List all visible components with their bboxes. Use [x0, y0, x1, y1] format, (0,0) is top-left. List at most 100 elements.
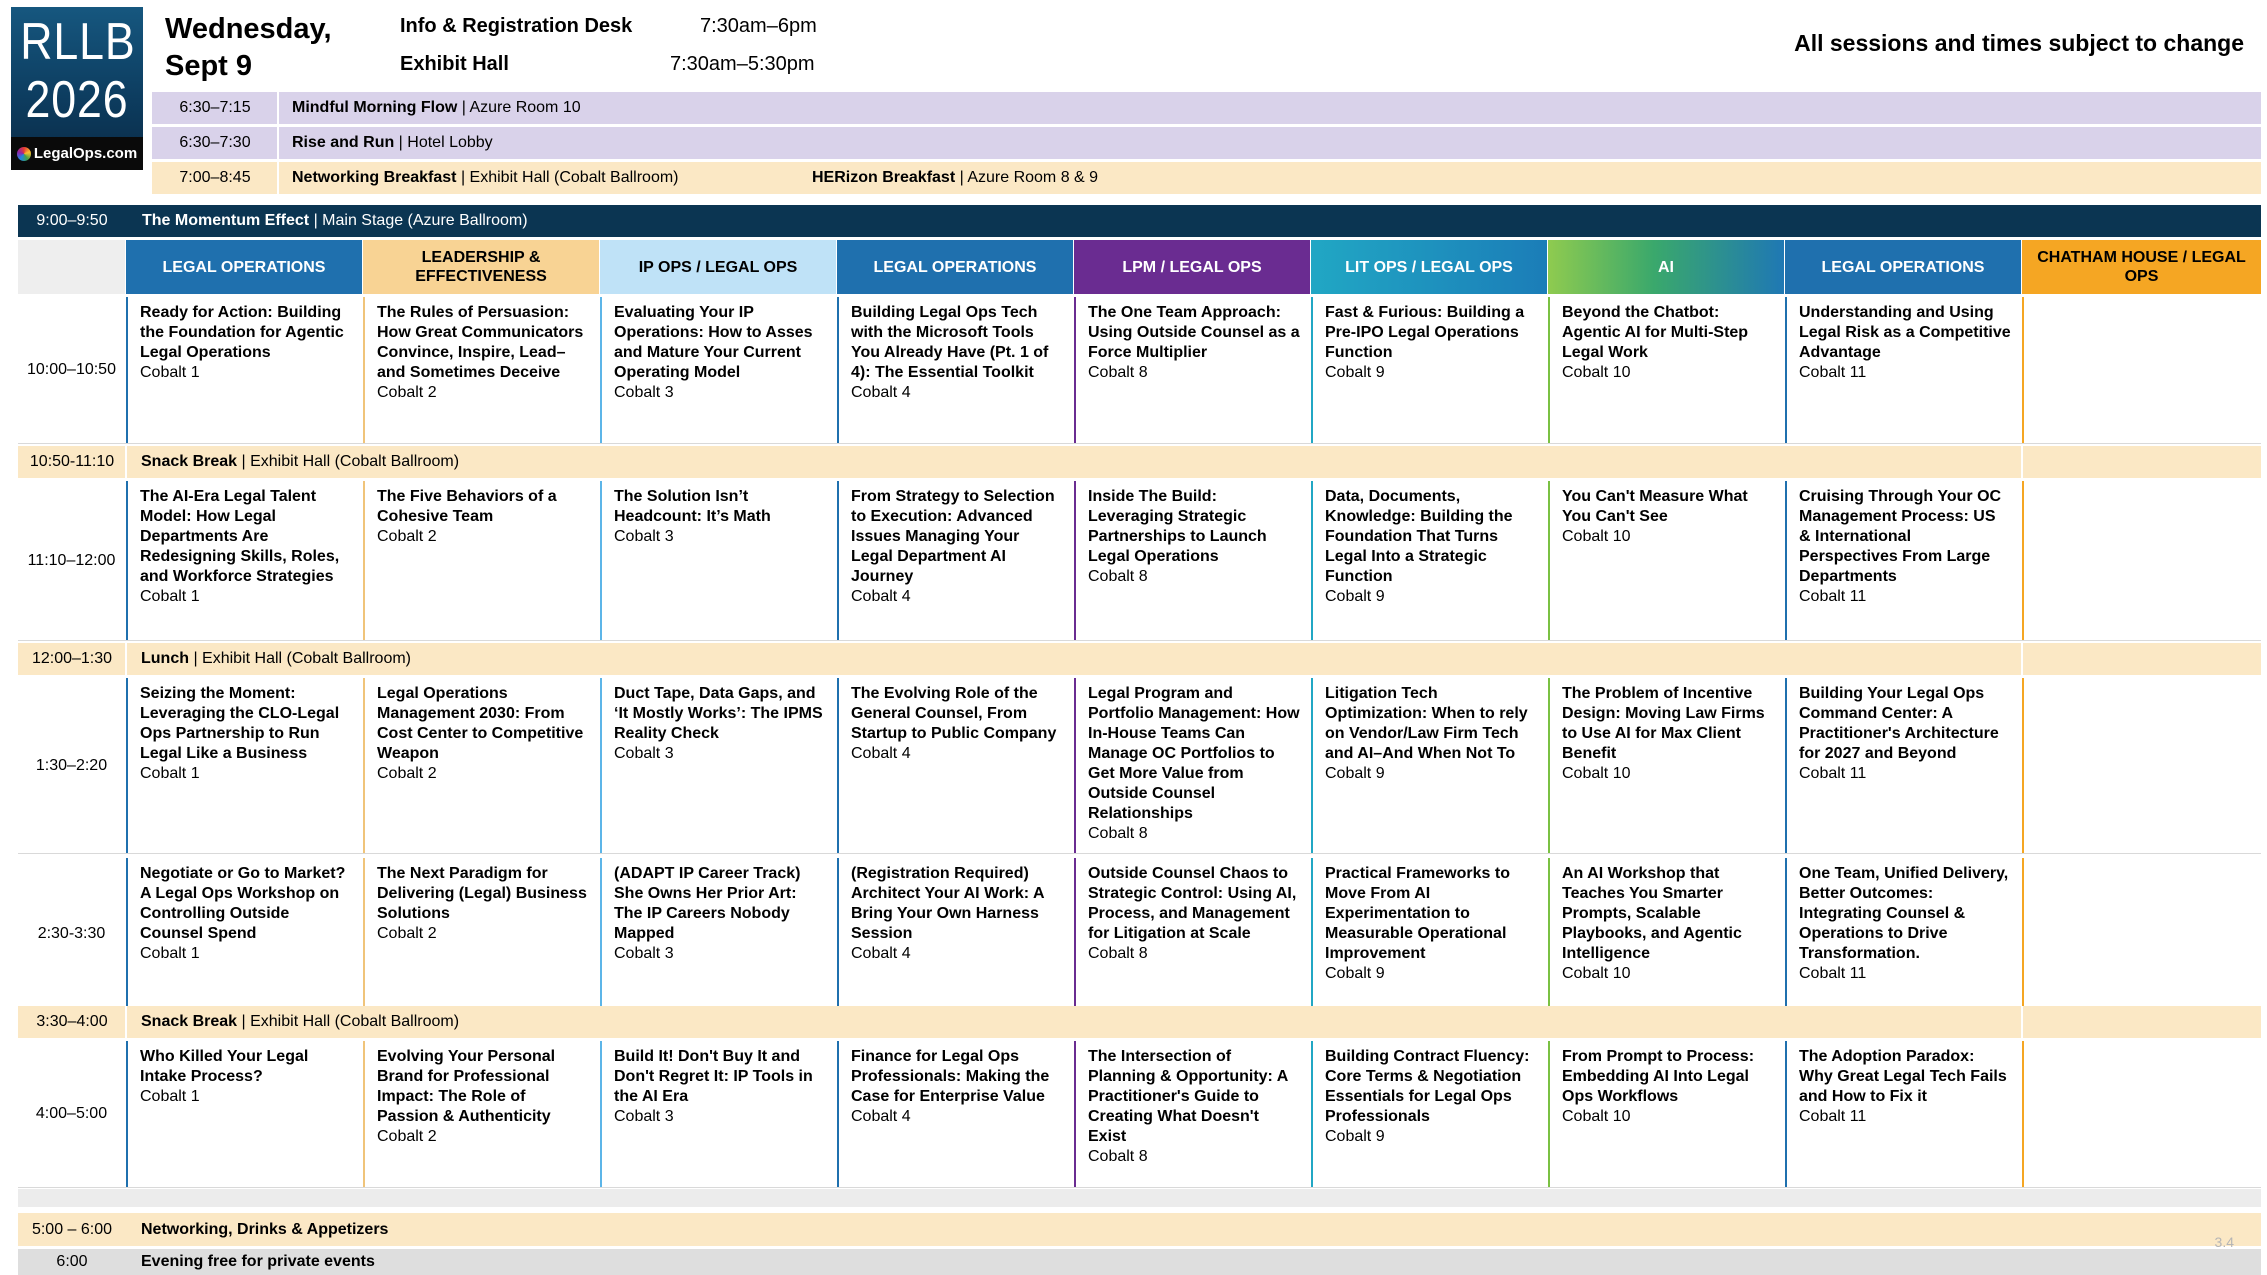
- session-cell[interactable]: The Adoption Paradox: Why Great Legal Te…: [1785, 1041, 2021, 1187]
- session-title: Building Contract Fluency: Core Terms & …: [1325, 1048, 1530, 1125]
- session-cell[interactable]: The AI-Era Legal Talent Model: How Legal…: [126, 481, 362, 640]
- exhibit-hall-time: 7:30am–5:30pm: [670, 53, 815, 75]
- column-divider: [2021, 643, 2023, 675]
- session-cell[interactable]: Data, Documents, Knowledge: Building the…: [1311, 481, 1547, 640]
- break-location: | Exhibit Hall (Cobalt Ballroom): [237, 453, 460, 470]
- exhibit-hall-label: Exhibit Hall: [400, 53, 509, 75]
- break-text: Lunch | Exhibit Hall (Cobalt Ballroom): [126, 650, 411, 668]
- session-title: Data, Documents, Knowledge: Building the…: [1325, 488, 1513, 585]
- event-location: | Hotel Lobby: [394, 134, 493, 151]
- session-cell[interactable]: [2022, 678, 2261, 853]
- session-title: Build It! Don't Buy It and Don't Regret …: [614, 1048, 813, 1105]
- early-event-row: 6:30–7:30 Rise and Run | Hotel Lobby: [152, 127, 2261, 159]
- session-cell[interactable]: The Solution Isn’t Headcount: It’s Math C…: [600, 481, 836, 640]
- logo-line-2: 2026: [25, 71, 129, 129]
- session-cell[interactable]: An AI Workshop that Teaches You Smarter …: [1548, 858, 1784, 1010]
- session-cell[interactable]: Legal Program and Portfolio Management: …: [1074, 678, 1310, 853]
- gap-cell: [128, 1189, 362, 1207]
- session-cell[interactable]: Understanding and Using Legal Risk as a …: [1785, 297, 2021, 443]
- event-title: Mindful Morning Flow: [292, 99, 458, 116]
- session-cell[interactable]: Finance for Legal Ops Professionals: Mak…: [837, 1041, 1073, 1187]
- session-cell[interactable]: Outside Counsel Chaos to Strategic Contr…: [1074, 858, 1310, 1010]
- session-cell[interactable]: Build It! Don't Buy It and Don't Regret …: [600, 1041, 836, 1187]
- break-time: 10:50-11:10: [29, 453, 115, 470]
- session-room: Cobalt 2: [377, 384, 437, 401]
- break-row: 10:50-11:10 Snack Break | Exhibit Hall (C…: [18, 446, 2261, 478]
- session-cell[interactable]: Duct Tape, Data Gaps, and ‘It Mostly Wor…: [600, 678, 836, 853]
- session-cell[interactable]: Practical Frameworks to Move From AI Exp…: [1311, 858, 1547, 1010]
- session-cell[interactable]: [2022, 858, 2261, 1010]
- track-header: LEGAL OPERATIONS: [1785, 240, 2021, 294]
- slot-time: 1:30–2:20: [35, 756, 108, 774]
- session-room: Cobalt 8: [1088, 1148, 1148, 1165]
- session-cell[interactable]: Litigation Tech Optimization: When to re…: [1311, 678, 1547, 853]
- keynote-time: 9:00–9:50: [36, 212, 108, 229]
- session-cell[interactable]: The Five Behaviors of a Cohesive Team Cob…: [363, 481, 599, 640]
- session-title: The AI-Era Legal Talent Model: How Legal…: [140, 488, 340, 585]
- session-cell[interactable]: [2022, 1041, 2261, 1187]
- session-cell[interactable]: From Strategy to Selection to Execution:…: [837, 481, 1073, 640]
- session-cell[interactable]: [2022, 481, 2261, 640]
- session-room: Cobalt 3: [614, 945, 674, 962]
- session-cell[interactable]: (ADAPT IP Career Track) She Owns Her Pri…: [600, 858, 836, 1010]
- session-cell[interactable]: The Intersection of Planning & Opportuni…: [1074, 1041, 1310, 1187]
- session-title: From Strategy to Selection to Execution:…: [851, 488, 1055, 585]
- page-number: 3.4: [2214, 1234, 2234, 1250]
- session-cell[interactable]: You Can't Measure What You Can't See Coba…: [1548, 481, 1784, 640]
- session-cell[interactable]: Beyond the Chatbot: Agentic AI for Multi…: [1548, 297, 1784, 443]
- session-cell[interactable]: The Next Paradigm for Delivering (Legal)…: [363, 858, 599, 1010]
- session-cell[interactable]: Building Your Legal Ops Command Center: …: [1785, 678, 2021, 853]
- session-cell[interactable]: Seizing the Moment: Leveraging the CLO-L…: [126, 678, 362, 853]
- evening-title: Evening free for private events: [141, 1253, 375, 1270]
- session-cell[interactable]: The One Team Approach: Using Outside Cou…: [1074, 297, 1310, 443]
- session-cell[interactable]: Building Legal Ops Tech with the Microso…: [837, 297, 1073, 443]
- session-room: Cobalt 8: [1088, 825, 1148, 842]
- session-cell[interactable]: Evolving Your Personal Brand for Profess…: [363, 1041, 599, 1187]
- break-time: 12:00–1:30: [31, 650, 113, 667]
- session-cell[interactable]: Negotiate or Go to Market? A Legal Ops W…: [126, 858, 362, 1010]
- session-cell[interactable]: Legal Operations Management 2030: From C…: [363, 678, 599, 853]
- session-cell[interactable]: Who Killed Your Legal Intake Process? Cob…: [126, 1041, 362, 1187]
- session-cell[interactable]: Fast & Furious: Building a Pre-IPO Legal…: [1311, 297, 1547, 443]
- session-room: Cobalt 11: [1799, 1108, 1867, 1125]
- session-room: Cobalt 1: [140, 1088, 200, 1105]
- session-title: The Rules of Persuasion: How Great Commu…: [377, 304, 584, 381]
- session-cell[interactable]: Inside The Build: Leveraging Strategic P…: [1074, 481, 1310, 640]
- session-room: Cobalt 2: [377, 925, 437, 942]
- session-title: (ADAPT IP Career Track) She Owns Her Pri…: [614, 865, 801, 942]
- evening-time: 5:00 – 6:00: [31, 1220, 113, 1238]
- session-room: Cobalt 1: [140, 364, 200, 381]
- early-event-row: 6:30–7:15 Mindful Morning Flow | Azure R…: [152, 92, 2261, 124]
- session-cell[interactable]: (Registration Required) Architect Your A…: [837, 858, 1073, 1010]
- session-cell[interactable]: [2022, 297, 2261, 443]
- session-room: Cobalt 4: [851, 945, 911, 962]
- session-title: The Evolving Role of the General Counsel…: [851, 685, 1057, 742]
- event-text: Mindful Morning Flow | Azure Room 10: [278, 99, 581, 117]
- session-cell[interactable]: From Prompt to Process: Embedding AI Int…: [1548, 1041, 1784, 1187]
- keynote-text: The Momentum Effect | Main Stage (Azure …: [126, 212, 528, 230]
- session-cell[interactable]: Ready for Action: Building the Foundatio…: [126, 297, 362, 443]
- session-cell[interactable]: One Team, Unified Delivery, Better Outco…: [1785, 858, 2021, 1010]
- session-title: Cruising Through Your OC Management Proc…: [1799, 488, 2002, 585]
- session-room: Cobalt 9: [1325, 588, 1385, 605]
- session-cell[interactable]: The Problem of Incentive Design: Moving …: [1548, 678, 1784, 853]
- break-title: Snack Break: [141, 1013, 238, 1030]
- session-room: Cobalt 1: [140, 765, 200, 782]
- session-cell[interactable]: The Evolving Role of the General Counsel…: [837, 678, 1073, 853]
- session-title: An AI Workshop that Teaches You Smarter …: [1562, 865, 1742, 962]
- slot-time: 10:00–10:50: [27, 361, 116, 378]
- session-cell[interactable]: Building Contract Fluency: Core Terms & …: [1311, 1041, 1547, 1187]
- grid-footer-gap: [18, 1189, 2261, 1207]
- session-room: Cobalt 11: [1799, 965, 1867, 982]
- slot-time: 2:30-3:30: [37, 925, 106, 942]
- break-row: 3:30–4:00 Snack Break | Exhibit Hall (Cob…: [18, 1006, 2261, 1038]
- row-divider: [18, 640, 2261, 641]
- session-cell[interactable]: Cruising Through Your OC Management Proc…: [1785, 481, 2021, 640]
- session-title: The Five Behaviors of a Cohesive Team: [377, 488, 557, 525]
- session-cell[interactable]: Evaluating Your IP Operations: How to As…: [600, 297, 836, 443]
- break-text: Snack Break | Exhibit Hall (Cobalt Ballr…: [126, 453, 459, 471]
- session-title: Fast & Furious: Building a Pre-IPO Legal…: [1325, 304, 1525, 361]
- session-room: Cobalt 8: [1088, 568, 1148, 585]
- session-cell[interactable]: The Rules of Persuasion: How Great Commu…: [363, 297, 599, 443]
- session-room: Cobalt 2: [377, 1128, 437, 1145]
